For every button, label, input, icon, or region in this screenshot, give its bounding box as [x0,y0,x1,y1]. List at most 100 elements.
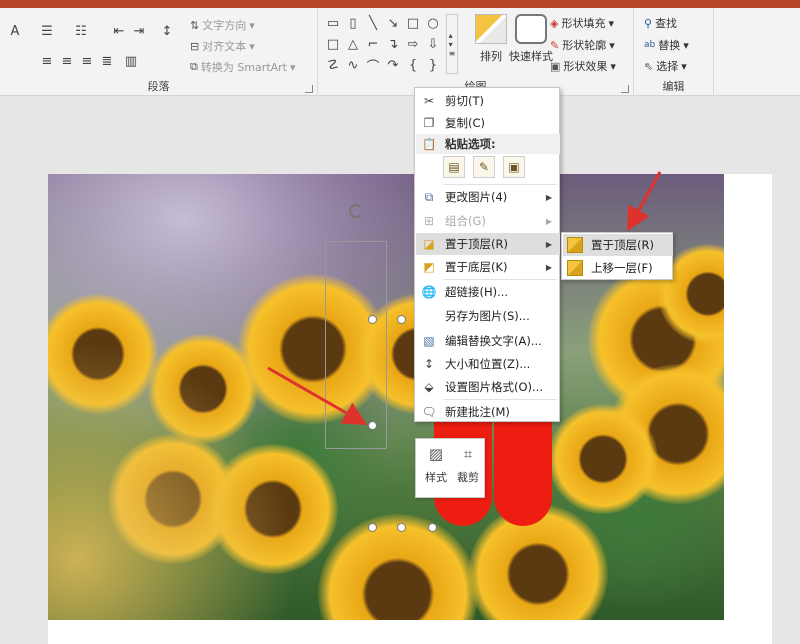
convert-smartart-button[interactable]: ⧉ 转换为 SmartArt ▾ [190,59,296,75]
context-menu: ✂ 剪切(T) ❐ 复制(C) 📋 粘贴选项: ▤ ✎ ▣ ⧉ 更改图片(4) … [414,87,560,422]
find-button[interactable]: ⚲ 查找 [644,15,677,31]
submenu-arrow-icon: ▶ [545,262,552,272]
align-center-icon[interactable]: ≡ [58,52,76,70]
drawing-dialog-launcher[interactable] [621,85,629,93]
right-brace-shape-icon[interactable]: } [424,56,442,74]
menu-item-size-position[interactable]: ↕ 大小和位置(Z)... [416,353,560,375]
menu-item-copy[interactable]: ❐ 复制(C) [416,112,560,134]
submenu-arrow-icon: ▶ [545,192,552,202]
resize-handle[interactable] [368,315,377,324]
menu-item-change-picture[interactable]: ⧉ 更改图片(4) ▶ [416,186,560,208]
align-left-icon[interactable]: ≡ [38,52,56,70]
increase-indent-icon[interactable]: ⇥ [130,22,148,40]
arc-shape-icon[interactable]: ⌒ [364,56,382,75]
menu-item-save-as-picture[interactable]: 另存为图片(S)... [416,305,560,327]
select-button[interactable]: ⇖ 选择 ▾ [644,58,687,74]
yellow-haze [48,320,348,620]
text-direction-button[interactable]: ⇅ 文字方向 ▾ [190,17,255,33]
line-spacing-icon[interactable]: ↕ [158,22,176,40]
crop-button[interactable]: ⌗ 裁剪 [452,445,484,485]
paste-options-header: 📋 粘贴选项: [416,134,560,154]
bullets-icon[interactable]: ☰ [38,22,56,40]
menu-separator [443,279,557,280]
shape-outline-button[interactable]: ✎ 形状轮廓 ▾ [550,37,615,53]
freeform-shape-icon[interactable]: ☡ [324,56,342,74]
textbox-shape-icon[interactable]: ▭ [324,14,342,32]
bring-to-front-icon: ◪ [423,237,435,251]
replace-button[interactable]: ab 替换 ▾ [644,37,689,53]
pen-icon: ✎ [550,38,560,52]
menu-item-format-picture[interactable]: ⬙ 设置图片格式(O)... [416,376,560,398]
chevron-down-icon: ▾ [608,16,614,30]
align-text-button[interactable]: ⊟ 对齐文本 ▾ [190,38,255,54]
text-direction-icon: ⇅ [190,18,200,32]
scissors-icon: ✂ [423,94,435,108]
oval-shape-icon[interactable]: ○ [424,14,442,32]
resize-handle[interactable] [368,421,377,430]
line-shape-icon[interactable]: ╲ [364,14,382,32]
paste-picture-icon[interactable]: ▣ [503,156,525,178]
globe-link-icon: 🌐 [421,285,437,299]
rotate-handle-icon[interactable] [349,204,363,218]
menu-item-group[interactable]: ⊞ 组合(G) ▶ [416,210,560,232]
down-arrow-shape-icon[interactable]: ⇩ [424,35,442,53]
editing-group-label: 编辑 [662,80,685,93]
resize-handle[interactable] [397,315,406,324]
crop-icon: ⌗ [463,445,473,463]
chevron-down-icon: ▾ [609,38,615,52]
bring-forward-icon [567,260,583,276]
menu-item-new-comment[interactable]: 🗨 新建批注(M) [416,401,560,423]
paste-keep-theme-icon[interactable]: ▤ [443,156,465,178]
send-to-back-icon: ◩ [423,260,435,274]
elbow-connector-shape-icon[interactable]: ⌐ [364,35,382,53]
shape-fill-button[interactable]: ◈ 形状填充 ▾ [550,15,614,31]
elbow-arrow-shape-icon[interactable]: ↴ [384,35,402,53]
submenu-item-bring-forward[interactable]: 上移一层(F) [563,257,673,279]
submenu-item-bring-to-front[interactable]: 置于顶层(R) [563,234,673,256]
style-button[interactable]: ▨ 样式 [420,445,452,485]
bring-to-front-submenu: 置于顶层(R) 上移一层(F) [561,232,673,280]
menu-item-send-to-back[interactable]: ◩ 置于底层(K) ▶ [416,256,560,278]
triangle-shape-icon[interactable]: △ [344,35,362,53]
vertical-textbox-shape-icon[interactable]: ▯ [344,14,362,32]
left-brace-shape-icon[interactable]: { [404,56,422,74]
selection-box[interactable] [325,241,387,449]
search-icon: ⚲ [644,16,653,30]
resize-handle[interactable] [428,523,437,532]
replace-icon: ab [644,40,656,50]
submenu-arrow-icon: ▶ [545,216,552,226]
numbering-icon[interactable]: ☷ [72,22,90,40]
columns-icon[interactable]: ▥ [122,52,140,70]
rectangle-shape-icon[interactable]: □ [404,14,422,32]
justify-icon[interactable]: ≣ [98,52,116,70]
menu-item-hyperlink[interactable]: 🌐 超链接(H)... [416,281,560,303]
group-icon: ⊞ [423,214,435,228]
sunflower [548,404,658,514]
curve-shape-icon[interactable]: ∿ [344,56,362,74]
clipboard-icon: 📋 [422,137,437,151]
arrow-line-shape-icon[interactable]: ↘ [384,14,402,32]
editing-group: ⚲ 查找 ab 替换 ▾ ⇖ 选择 ▾ 编辑 [634,8,714,96]
paste-keep-format-icon[interactable]: ✎ [473,156,495,178]
shapes-gallery-scroll[interactable]: ▴ ▾ ≡ [446,14,458,74]
decrease-indent-icon[interactable]: ⇤ [110,22,128,40]
paragraph-dialog-launcher[interactable] [305,85,313,93]
paragraph-group: A ☰ ☷ ⇤ ⇥ ↕ ⇅ 文字方向 ▾ ⊟ 对齐文本 ▾ ⧉ 转换为 Smar… [0,8,318,96]
resize-handle[interactable] [397,523,406,532]
curved-arrow-shape-icon[interactable]: ↷ [384,56,402,74]
align-right-icon[interactable]: ≡ [78,52,96,70]
shape-effects-button[interactable]: ▣ 形状效果 ▾ [550,58,616,74]
menu-item-bring-to-front[interactable]: ◪ 置于顶层(R) ▶ [416,233,560,255]
menu-item-edit-alt-text[interactable]: ▧ 编辑替换文字(A)... [416,330,560,352]
menu-separator [443,399,557,400]
menu-item-cut[interactable]: ✂ 剪切(T) [416,90,560,112]
mini-toolbar: ▨ 样式 ⌗ 裁剪 [415,438,485,498]
align-text-icon: ⊟ [190,39,200,53]
rectangle-2-shape-icon[interactable]: □ [324,35,342,53]
resize-handle[interactable] [368,523,377,532]
paint-bucket-icon: ◈ [550,16,559,30]
right-arrow-shape-icon[interactable]: ⇨ [404,35,422,53]
clear-format-icon[interactable]: A [6,22,24,40]
paragraph-group-label: 段落 [147,80,170,93]
title-bar [0,0,800,8]
